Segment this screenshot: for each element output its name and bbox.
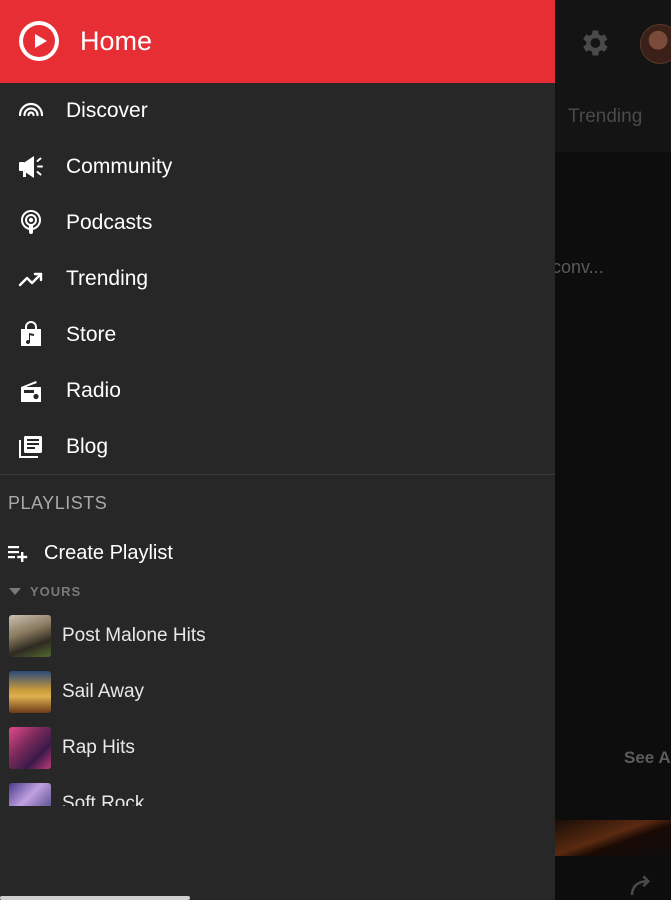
divider xyxy=(0,474,555,475)
megaphone-icon xyxy=(19,156,43,178)
radio-icon xyxy=(21,381,41,402)
nav-label: Blog xyxy=(66,435,109,458)
playlist-name: Sail Away xyxy=(62,681,145,702)
nav-label: Community xyxy=(66,155,173,178)
playlist-item[interactable]: Sail Away xyxy=(0,668,555,718)
shopping-bag-icon xyxy=(21,321,41,346)
yours-label: YOURS xyxy=(30,584,82,599)
nav-label: Podcasts xyxy=(66,211,153,234)
playlist-add-icon xyxy=(8,546,28,562)
gear-icon[interactable] xyxy=(577,26,611,60)
nav-item-radio[interactable]: Radio xyxy=(0,363,555,419)
nav-item-podcasts[interactable]: Podcasts xyxy=(0,195,555,251)
nav-item-blog[interactable]: Blog xyxy=(0,419,555,475)
playlists-heading: PLAYLISTS xyxy=(8,493,108,513)
nav-item-discover[interactable]: Discover xyxy=(0,83,555,139)
playlist-thumbnail xyxy=(9,671,51,713)
playlist-thumbnail xyxy=(9,783,51,806)
nav-label: Discover xyxy=(66,99,148,122)
tab-trending[interactable]: Trending xyxy=(568,106,642,128)
playlist-item[interactable]: Rap Hits xyxy=(0,724,555,774)
nav-item-store[interactable]: Store xyxy=(0,307,555,363)
create-playlist-label: Create Playlist xyxy=(44,542,173,564)
background-thumbnail xyxy=(555,820,671,856)
newspaper-icon xyxy=(19,436,42,458)
navigation-drawer: Home Discover Community Podcasts Trendin… xyxy=(0,0,555,900)
nav-item-trending[interactable]: Trending xyxy=(0,251,555,307)
drawer-title[interactable]: Home xyxy=(80,26,152,57)
home-indicator xyxy=(0,896,190,900)
nav-label: Radio xyxy=(66,379,121,402)
rainbow-icon xyxy=(18,102,44,117)
background-snippet: conv... xyxy=(552,257,604,277)
playlist-name: Rap Hits xyxy=(62,737,135,758)
playlist-name: Post Malone Hits xyxy=(62,625,206,646)
nav-item-community[interactable]: Community xyxy=(0,139,555,195)
app-logo-icon[interactable] xyxy=(19,21,59,61)
playlist-list: Post Malone Hits Sail Away Rap Hits Soft… xyxy=(0,606,555,806)
drawer-header: Home xyxy=(0,0,555,83)
playlist-name: Soft Rock xyxy=(62,793,145,806)
share-icon[interactable] xyxy=(626,870,658,900)
nav-label: Trending xyxy=(66,267,149,290)
playlist-item[interactable]: Post Malone Hits xyxy=(0,612,555,662)
trending-icon xyxy=(18,272,43,287)
create-playlist-button[interactable]: Create Playlist xyxy=(0,530,555,576)
playlist-item[interactable]: Soft Rock xyxy=(0,780,555,806)
playlist-thumbnail xyxy=(9,615,51,657)
podcast-icon xyxy=(21,210,41,234)
playlist-thumbnail xyxy=(9,727,51,769)
nav-label: Store xyxy=(66,323,117,346)
yours-toggle[interactable]: YOURS xyxy=(0,582,200,602)
see-all-link[interactable]: See A xyxy=(624,748,671,768)
caret-down-icon xyxy=(9,588,21,595)
